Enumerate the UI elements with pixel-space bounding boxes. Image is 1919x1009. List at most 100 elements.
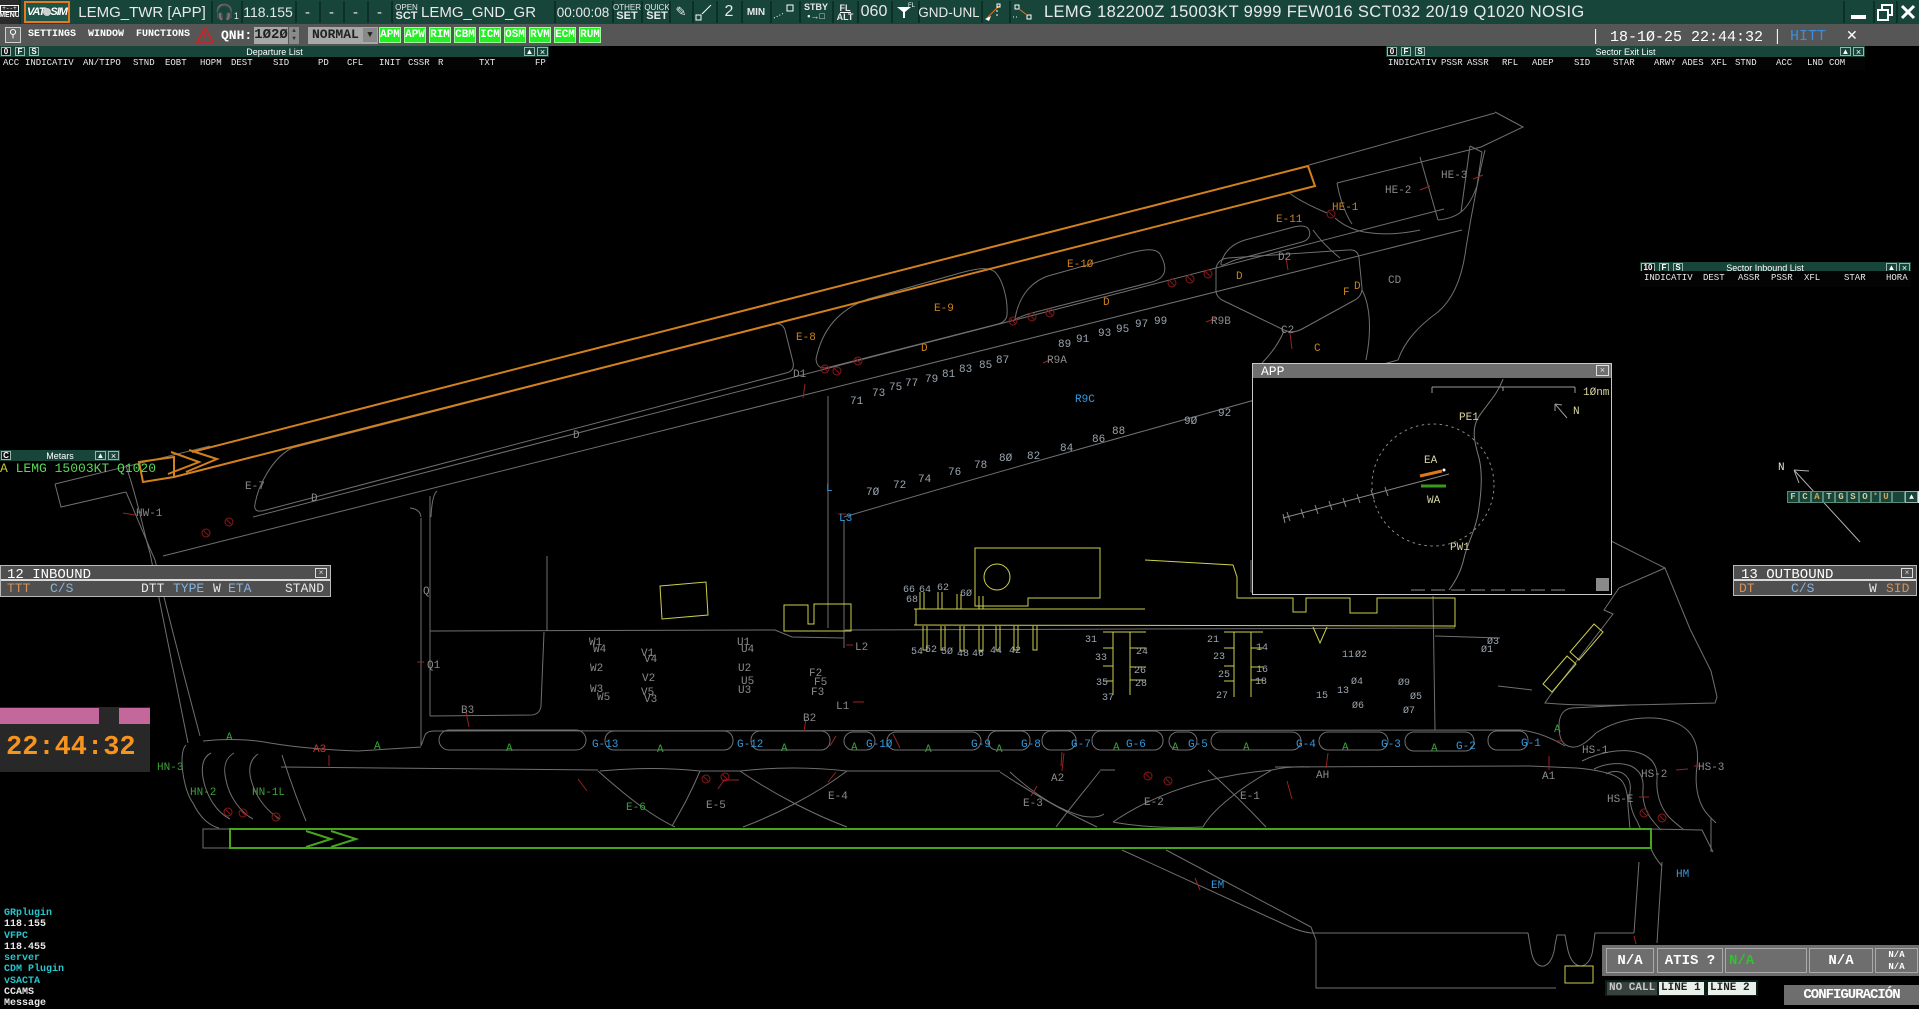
svg-text:G-12: G-12 [737, 739, 763, 751]
svg-text:D2: D2 [1278, 252, 1291, 264]
svg-text:R9A: R9A [1047, 355, 1067, 367]
svg-text:Ø2: Ø2 [1355, 649, 1367, 661]
svg-text:A: A [1342, 742, 1349, 754]
svg-text:G-8: G-8 [1021, 739, 1041, 751]
svg-text:D: D [311, 493, 318, 505]
svg-text:13: 13 [1337, 686, 1349, 697]
svg-text:G-9: G-9 [971, 739, 991, 751]
svg-text:C2: C2 [1281, 325, 1294, 337]
svg-text:14: 14 [1256, 643, 1268, 654]
svg-text:24: 24 [1136, 647, 1148, 658]
svg-text:31: 31 [1085, 635, 1097, 646]
svg-text:D: D [921, 343, 928, 355]
svg-text:44: 44 [990, 646, 1002, 657]
svg-text:Ø7: Ø7 [1403, 705, 1415, 717]
svg-text:PE1: PE1 [1459, 412, 1479, 424]
svg-text:Q: Q [423, 586, 430, 598]
svg-text:D: D [1354, 281, 1361, 293]
svg-text:L: L [826, 483, 833, 495]
svg-text:21: 21 [1207, 635, 1219, 646]
svg-text:G-7: G-7 [1071, 739, 1091, 751]
svg-text:HE-1: HE-1 [1332, 202, 1359, 214]
svg-text:A: A [374, 741, 381, 753]
svg-text:5Ø: 5Ø [941, 646, 953, 658]
svg-text:G-2: G-2 [1456, 741, 1476, 753]
svg-text:L2: L2 [855, 642, 868, 654]
svg-text:84: 84 [1060, 443, 1074, 455]
svg-text:A2: A2 [1051, 773, 1064, 785]
svg-text:F3: F3 [811, 687, 824, 699]
svg-text:U4: U4 [741, 644, 755, 656]
svg-text:6Ø: 6Ø [960, 588, 972, 600]
svg-text:9Ø: 9Ø [1184, 416, 1198, 428]
svg-text:99: 99 [1154, 316, 1167, 328]
svg-text:A: A [1243, 742, 1250, 754]
svg-text:V4: V4 [644, 654, 658, 666]
svg-text:25: 25 [1218, 670, 1230, 681]
svg-text:89: 89 [1058, 339, 1071, 351]
svg-text:71: 71 [850, 396, 864, 408]
svg-text:L1: L1 [836, 701, 850, 713]
svg-text:N: N [1573, 406, 1580, 418]
svg-text:G-1Ø: G-1Ø [866, 739, 893, 751]
svg-text:A: A [925, 744, 932, 756]
svg-text:46: 46 [972, 649, 984, 660]
svg-text:E-1: E-1 [1240, 791, 1260, 803]
svg-text:D1: D1 [793, 369, 807, 381]
svg-text:E-1Ø: E-1Ø [1067, 259, 1094, 271]
svg-text:HM: HM [1676, 869, 1689, 881]
svg-text:87: 87 [996, 355, 1009, 367]
svg-text:G-4: G-4 [1296, 739, 1316, 751]
svg-text:92: 92 [1218, 408, 1231, 420]
svg-text:E-4: E-4 [828, 791, 848, 803]
svg-text:HS-E: HS-E [1607, 794, 1634, 806]
svg-text:A1: A1 [1542, 771, 1556, 783]
svg-text:52: 52 [925, 645, 937, 656]
svg-text:91: 91 [1076, 334, 1090, 346]
svg-text:HS-2: HS-2 [1641, 769, 1667, 781]
svg-text:62: 62 [937, 583, 949, 594]
svg-text:Ø9: Ø9 [1398, 677, 1410, 689]
svg-text:26: 26 [1134, 666, 1146, 677]
svg-text:E-2: E-2 [1144, 797, 1164, 809]
svg-text:F: F [1343, 287, 1350, 299]
svg-text:W5: W5 [597, 692, 610, 704]
svg-text:77: 77 [905, 378, 918, 390]
svg-text:D: D [1103, 297, 1110, 309]
svg-text:E-6: E-6 [626, 802, 646, 814]
svg-text:A: A [1113, 742, 1120, 754]
svg-text:23: 23 [1213, 652, 1225, 663]
svg-text:42: 42 [1009, 646, 1021, 657]
svg-text:G-5: G-5 [1188, 739, 1208, 751]
svg-text:37: 37 [1102, 693, 1114, 704]
svg-text:FL: FL [908, 3, 916, 9]
svg-text:78: 78 [974, 460, 987, 472]
svg-text:7Ø: 7Ø [866, 487, 880, 499]
svg-text:W2: W2 [590, 663, 603, 675]
svg-text:HS-1: HS-1 [1582, 745, 1609, 757]
svg-text:73: 73 [872, 388, 885, 400]
svg-text:Ø1: Ø1 [1481, 644, 1493, 656]
svg-text:A: A [506, 743, 513, 755]
svg-text:16: 16 [1256, 665, 1268, 676]
svg-text:Q1: Q1 [427, 660, 441, 672]
svg-text:Ø6: Ø6 [1352, 700, 1364, 712]
svg-text:G-13: G-13 [592, 739, 618, 751]
svg-text:L3: L3 [839, 513, 852, 525]
svg-text:V3: V3 [644, 694, 657, 706]
svg-text:A: A [996, 744, 1003, 756]
svg-text:28: 28 [1135, 679, 1147, 690]
svg-text:35: 35 [1096, 678, 1108, 689]
svg-text:CD: CD [1388, 275, 1402, 287]
svg-text:B2: B2 [803, 713, 816, 725]
svg-text:A3: A3 [313, 744, 326, 756]
svg-text:85: 85 [979, 360, 992, 372]
svg-text:A: A [1431, 743, 1438, 755]
svg-text:11: 11 [1342, 650, 1354, 661]
svg-text:1Ønm: 1Ønm [1583, 387, 1610, 399]
svg-text:64: 64 [919, 585, 931, 596]
svg-text:A: A [1172, 742, 1179, 754]
svg-text:G-6: G-6 [1126, 739, 1146, 751]
svg-text:Ø5: Ø5 [1410, 691, 1422, 703]
svg-text:WA: WA [1427, 495, 1441, 507]
